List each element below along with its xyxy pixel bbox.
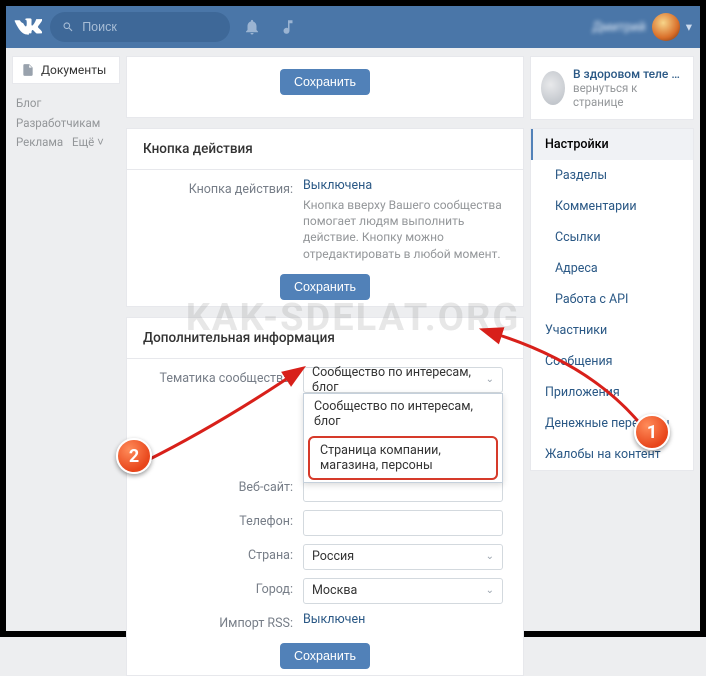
search-input[interactable] — [82, 20, 218, 34]
card-action-title: Кнопка действия — [127, 129, 523, 170]
nav-members[interactable]: Участники — [531, 315, 693, 346]
nav-links[interactable]: Ссылки — [531, 222, 693, 253]
document-icon — [21, 63, 35, 77]
card-add-title: Дополнительная информация — [127, 318, 523, 359]
search-box[interactable] — [50, 12, 230, 42]
top-header: Дмитрий ▾ — [6, 6, 700, 48]
rss-label: Импорт RSS: — [143, 612, 293, 631]
nav-messages[interactable]: Сообщения — [531, 346, 693, 377]
search-icon — [62, 20, 74, 34]
website-label: Веб-сайт: — [143, 476, 293, 495]
rss-value[interactable]: Выключен — [303, 612, 365, 627]
username: Дмитрий — [592, 20, 645, 35]
country-value: Россия — [312, 549, 354, 564]
chevron-down-icon: ⌄ — [486, 374, 494, 385]
community-header[interactable]: В здоровом теле здоров… вернуться к стра… — [530, 56, 694, 120]
phone-input[interactable] — [303, 510, 503, 536]
link-ads[interactable]: Реклама — [16, 135, 63, 149]
topic-dropdown: Сообщество по интересам, блог Страница к… — [303, 393, 503, 483]
card-action-button: Кнопка действия Кнопка действия: Выключе… — [126, 128, 524, 307]
sidebar-documents-label: Документы — [41, 63, 106, 77]
topic-option-blog[interactable]: Сообщество по интересам, блог — [304, 394, 502, 434]
left-sidebar: Документы Блог Разработчикам Реклама Ещё… — [6, 48, 126, 631]
nav-settings[interactable]: Настройки — [531, 129, 693, 160]
nav-reports[interactable]: Жалобы на контент — [531, 439, 693, 470]
action-value[interactable]: Выключена — [303, 178, 372, 193]
nav-addresses[interactable]: Адреса — [531, 253, 693, 284]
community-avatar — [541, 71, 565, 105]
city-label: Город: — [143, 578, 293, 597]
nav-sections[interactable]: Разделы — [531, 160, 693, 191]
link-blog[interactable]: Блог — [16, 96, 41, 110]
sidebar-item-documents[interactable]: Документы — [12, 56, 120, 84]
chevron-down-icon: ▾ — [686, 19, 692, 35]
nav-apps[interactable]: Приложения — [531, 377, 693, 408]
link-dev[interactable]: Разработчикам — [16, 116, 100, 130]
chevron-down-icon: ⌄ — [486, 551, 494, 562]
topic-selected: Сообщество по интересам, блог — [312, 365, 486, 395]
topic-option-company[interactable]: Страница компании, магазина, персоны — [308, 436, 498, 480]
link-more[interactable]: Ещё ˅ — [72, 135, 104, 149]
music-icon[interactable] — [274, 13, 302, 41]
country-label: Страна: — [143, 544, 293, 563]
vk-logo[interactable] — [14, 13, 42, 41]
main-column: Сохранить Кнопка действия Кнопка действи… — [126, 48, 530, 631]
notifications-icon[interactable] — [238, 13, 266, 41]
settings-nav: Настройки Разделы Комментарии Ссылки Адр… — [530, 128, 694, 471]
topic-label: Тематика сообщества: — [143, 367, 293, 386]
card-top-save: Сохранить — [126, 56, 524, 118]
footer-links: Блог Разработчикам Реклама Ещё ˅ — [12, 94, 120, 153]
annotation-badge-2: 2 — [116, 438, 152, 474]
annotation-badge-1: 1 — [634, 414, 670, 450]
community-back-link[interactable]: вернуться к странице — [573, 81, 683, 109]
country-select[interactable]: Россия ⌄ — [303, 544, 503, 570]
topic-select[interactable]: Сообщество по интересам, блог ⌄ — [303, 367, 503, 393]
action-hint: Кнопка вверху Вашего сообщества помогает… — [303, 197, 507, 262]
city-select[interactable]: Москва ⌄ — [303, 578, 503, 604]
card-additional-info: Дополнительная информация Тематика сообщ… — [126, 317, 524, 676]
phone-label: Телефон: — [143, 510, 293, 529]
save-button-action[interactable]: Сохранить — [280, 274, 370, 300]
user-avatar — [652, 13, 680, 41]
user-menu[interactable]: Дмитрий ▾ — [592, 13, 692, 41]
nav-api[interactable]: Работа с API — [531, 284, 693, 315]
chevron-down-icon: ⌄ — [486, 585, 494, 596]
save-button-add[interactable]: Сохранить — [280, 643, 370, 669]
city-value: Москва — [312, 583, 357, 598]
save-button-top[interactable]: Сохранить — [280, 69, 370, 95]
right-sidebar: В здоровом теле здоров… вернуться к стра… — [530, 48, 700, 631]
nav-comments[interactable]: Комментарии — [531, 191, 693, 222]
action-label: Кнопка действия: — [143, 178, 293, 197]
community-name: В здоровом теле здоров… — [573, 67, 683, 81]
